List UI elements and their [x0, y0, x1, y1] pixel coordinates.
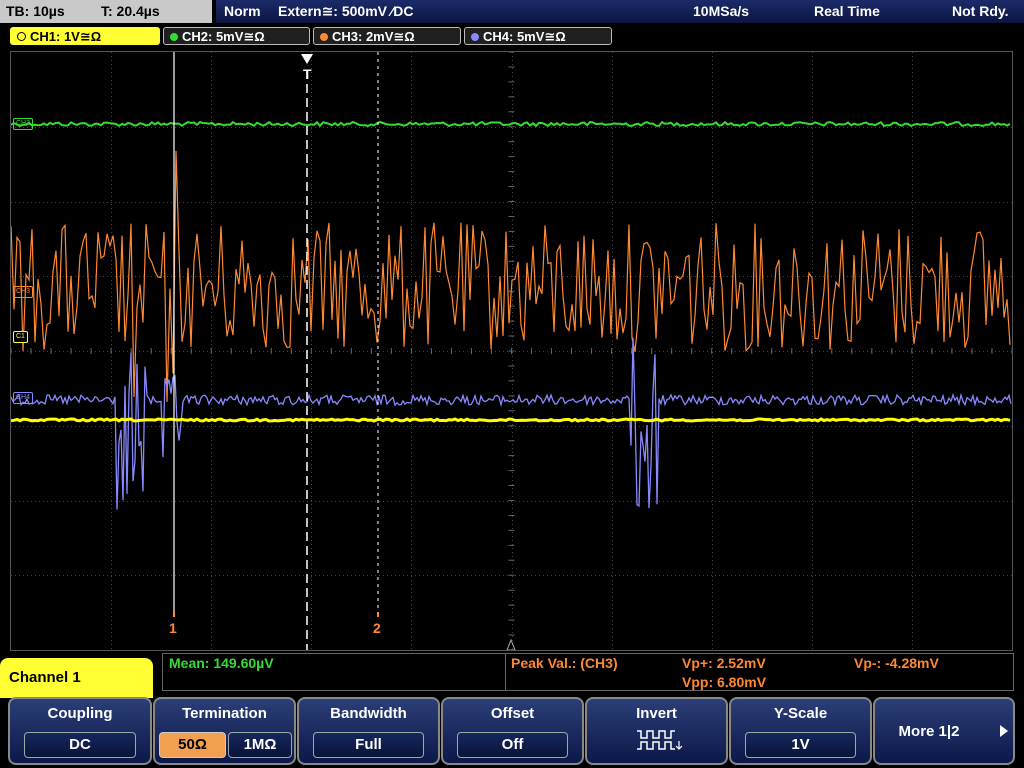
tab-ch2[interactable]: CH2: 5mV≅Ω	[163, 27, 310, 45]
more-softkey[interactable]: More 1|2	[873, 697, 1015, 765]
tab-ch3[interactable]: CH3: 2mV≅Ω	[313, 27, 461, 45]
offset-title: Offset	[490, 705, 535, 722]
ch4-trace	[11, 337, 1012, 510]
traces	[11, 120, 1012, 510]
tab-ch2-label: CH2: 5mV≅Ω	[182, 29, 265, 44]
termination-softkey[interactable]: Termination 50Ω 1MΩ	[153, 697, 296, 765]
ch4-offset-tag[interactable]: CH4	[13, 392, 34, 404]
ch3-offset-tag[interactable]: CH3	[13, 286, 34, 298]
trigger-source: Extern≅: 500mV ⁄DC	[278, 3, 414, 19]
measurement-vp-plus: Vp+: 2.52mV	[682, 655, 766, 671]
bandwidth-value[interactable]: Full	[313, 732, 424, 758]
trigger-mode: Norm	[224, 3, 261, 19]
next-page-arrow-icon	[1000, 725, 1008, 737]
ch1-trace	[11, 417, 1011, 423]
termination-title: Termination	[182, 705, 267, 722]
termination-1mohm-option[interactable]: 1MΩ	[228, 732, 292, 758]
tab-ch1[interactable]: CH1: 1V≅Ω	[10, 27, 160, 45]
acquisition-state: Not Rdy.	[952, 3, 1009, 19]
status-bar: TB: 10µs T: 20.4µs Norm Extern≅: 500mV ⁄…	[0, 0, 1024, 24]
ch2-offset-tag[interactable]: CH2	[13, 118, 34, 130]
measurement-mean: Mean: 149.60µV	[169, 655, 274, 671]
tab-ch4[interactable]: CH4: 5mV≅Ω	[464, 27, 612, 45]
timebase-readout: TB: 10µs	[6, 3, 65, 19]
waveform-display[interactable]: T 1 2 CH2 CH3 C1 CH4	[10, 51, 1013, 651]
measurement-divider	[505, 654, 506, 690]
bandwidth-title: Bandwidth	[330, 705, 407, 722]
y-scale-softkey[interactable]: Y-Scale 1V	[729, 697, 872, 765]
measurement-vp-minus: Vp-: -4.28mV	[854, 655, 939, 671]
trigger-marker-label: T	[303, 66, 312, 82]
measurement-peak-label: Peak Val.: (CH3)	[511, 655, 618, 671]
offset-softkey[interactable]: Offset Off	[441, 697, 584, 765]
more-label: More 1|2	[898, 723, 960, 740]
tab-ch4-label: CH4: 5mV≅Ω	[483, 29, 566, 44]
y-scale-value[interactable]: 1V	[745, 732, 856, 758]
invert-waveform-icon	[637, 730, 683, 750]
tab-ch1-label: CH1: 1V≅Ω	[30, 29, 102, 44]
bandwidth-softkey[interactable]: Bandwidth Full	[297, 697, 440, 765]
cursor-1-label: 1	[169, 620, 177, 636]
coupling-title: Coupling	[47, 705, 113, 722]
sample-rate: 10MSa/s	[693, 3, 750, 19]
center-axis-ticks	[11, 52, 1012, 636]
trigger-position-readout: T: 20.4µs	[101, 3, 160, 19]
ch1-offset-tag[interactable]: C1	[13, 331, 28, 343]
acquisition-mode: Real Time	[814, 3, 880, 19]
invert-softkey[interactable]: Invert	[585, 697, 728, 765]
coupling-value[interactable]: DC	[24, 732, 136, 758]
trigger-position-marker-icon[interactable]	[301, 54, 313, 64]
center-marker-icon	[506, 638, 516, 650]
ch1-indicator-icon	[17, 32, 26, 41]
y-scale-title: Y-Scale	[773, 705, 828, 722]
invert-title: Invert	[636, 705, 677, 722]
waveform-svg[interactable]	[11, 52, 1012, 650]
ch2-trace	[11, 120, 1011, 128]
offset-value[interactable]: Off	[457, 732, 568, 758]
menu-title: Channel 1	[0, 658, 153, 698]
graticule	[11, 52, 1012, 650]
ch2-indicator-icon	[170, 33, 178, 41]
tab-ch3-label: CH3: 2mV≅Ω	[332, 29, 415, 44]
measurement-vpp: Vpp: 6.80mV	[682, 674, 767, 690]
ch4-indicator-icon	[471, 33, 479, 41]
acquisition-panel[interactable]: Norm Extern≅: 500mV ⁄DC 10MSa/s Real Tim…	[216, 0, 1024, 23]
coupling-softkey[interactable]: Coupling DC	[8, 697, 152, 765]
cursor-2-label: 2	[373, 620, 381, 636]
timebase-panel[interactable]: TB: 10µs T: 20.4µs	[0, 0, 212, 23]
termination-50ohm-option[interactable]: 50Ω	[159, 732, 226, 758]
ch3-indicator-icon	[320, 33, 328, 41]
